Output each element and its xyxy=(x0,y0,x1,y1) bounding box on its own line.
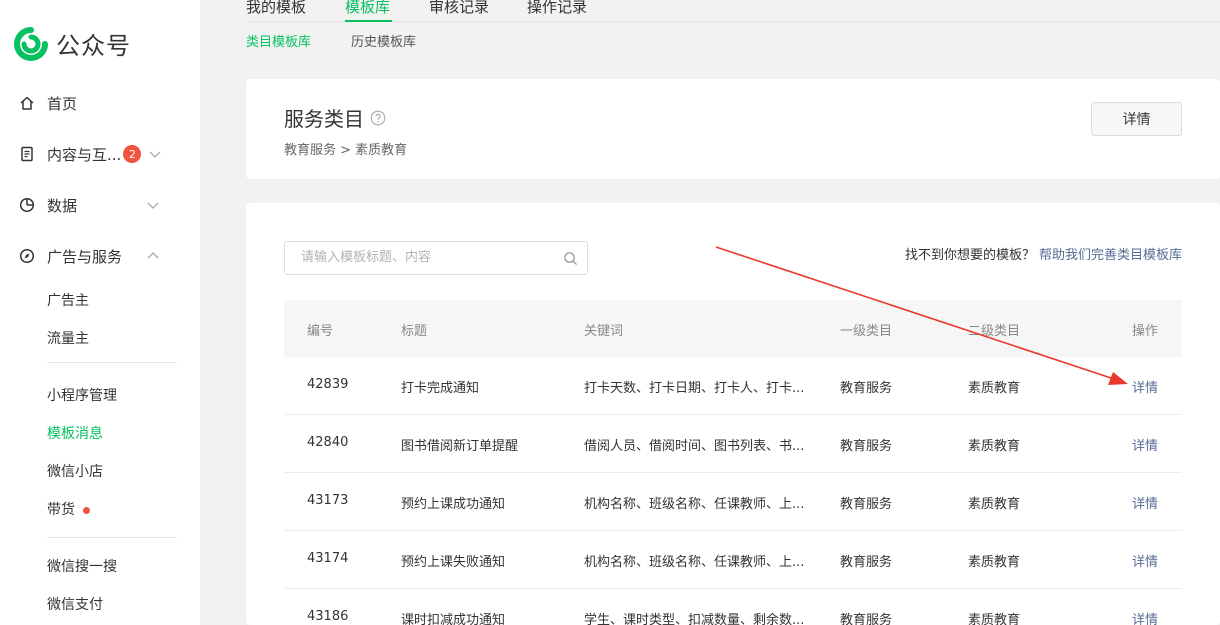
chevron-down-icon xyxy=(147,202,159,209)
cell-title: 图书借阅新订单提醒 xyxy=(401,439,519,454)
red-dot-indicator xyxy=(83,506,90,514)
nav-home[interactable]: 首页 xyxy=(18,91,168,115)
cell-keywords: 打卡天数、打卡日期、打卡人、打卡... xyxy=(584,381,805,396)
cell-level2: 素质教育 xyxy=(968,555,1021,570)
nav-advertiser[interactable]: 广告主 xyxy=(47,291,89,311)
wechat-official-logo-icon xyxy=(14,26,48,61)
nav-content-label: 内容与互... xyxy=(47,145,122,164)
tab-review-records[interactable]: 审核记录 xyxy=(429,0,489,17)
table-row: 42840 图书借阅新订单提醒 借阅人员、借阅时间、图书列表、书... 教育服务… xyxy=(284,415,1182,473)
cell-title: 打卡完成通知 xyxy=(401,381,480,396)
tab-my-templates[interactable]: 我的模板 xyxy=(246,0,306,17)
nav-template-message[interactable]: 模板消息 xyxy=(47,424,103,444)
service-category-title-text: 服务类目 xyxy=(284,107,364,131)
search-box xyxy=(284,241,588,275)
row-detail-link[interactable]: 详情 xyxy=(1132,435,1158,454)
cell-id: 43174 xyxy=(307,551,349,566)
nav-wechat-pay[interactable]: 微信支付 xyxy=(47,595,103,615)
nav-data[interactable]: 数据 xyxy=(18,193,168,217)
service-category-title: 服务类目 xyxy=(284,103,386,132)
nav-data-label: 数据 xyxy=(47,196,78,215)
cell-level1: 教育服务 xyxy=(840,613,893,625)
cell-id: 42840 xyxy=(307,435,349,450)
cell-level2: 素质教育 xyxy=(968,439,1021,454)
header-level1: 一级类目 xyxy=(840,324,893,339)
row-detail-link[interactable]: 详情 xyxy=(1132,551,1158,570)
row-detail-link[interactable]: 详情 xyxy=(1132,609,1158,625)
pie-chart-icon xyxy=(18,196,36,214)
cell-level1: 教育服务 xyxy=(840,381,893,396)
header-id: 编号 xyxy=(307,324,334,339)
nav-content[interactable]: 内容与互... 2 xyxy=(18,142,168,166)
cell-title: 课时扣减成功通知 xyxy=(401,613,506,625)
subtab-category-library[interactable]: 类目模板库 xyxy=(246,31,311,50)
cell-id: 42839 xyxy=(307,377,349,392)
template-table: 编号 标题 关键词 一级类目 二级类目 操作 42839 打卡完成通知 打卡天数… xyxy=(284,300,1182,625)
header-operation: 操作 xyxy=(1132,324,1159,339)
sidebar: 公众号 首页 内容与互... 2 数据 广告与服务 广告主 流量主 小程序管理 … xyxy=(0,0,200,625)
tab-operation-records[interactable]: 操作记录 xyxy=(527,0,587,17)
table-row: 43173 预约上课成功通知 机构名称、班级名称、任课教师、上... 教育服务 … xyxy=(284,473,1182,531)
cell-level1: 教育服务 xyxy=(840,497,893,512)
sidebar-divider xyxy=(47,537,177,538)
tab-bar: 我的模板 模板库 审核记录 操作记录 xyxy=(246,0,1220,22)
sidebar-divider xyxy=(47,362,177,363)
cell-level1: 教育服务 xyxy=(840,555,893,570)
category-breadcrumb: 教育服务 > 素质教育 xyxy=(284,143,408,158)
row-detail-link[interactable]: 详情 xyxy=(1132,493,1158,512)
nav-home-label: 首页 xyxy=(47,94,78,113)
table-row: 43174 预约上课失败通知 机构名称、班级名称、任课教师、上... 教育服务 … xyxy=(284,531,1182,589)
nav-miniprogram[interactable]: 小程序管理 xyxy=(47,386,117,406)
cell-title: 预约上课成功通知 xyxy=(401,497,506,512)
nav-sales-label: 带货 xyxy=(47,502,75,518)
help-prompt: 找不到你想要的模板？ xyxy=(904,248,1035,263)
cell-keywords: 机构名称、班级名称、任课教师、上... xyxy=(584,555,805,570)
cell-level2: 素质教育 xyxy=(968,381,1021,396)
subtab-history-library[interactable]: 历史模板库 xyxy=(351,31,416,50)
template-list-panel: 找不到你想要的模板？ 帮助我们完善类目模板库 编号 标题 关键词 一级类目 二级类… xyxy=(246,203,1220,625)
tab-template-library[interactable]: 模板库 xyxy=(345,0,390,17)
search-icon[interactable] xyxy=(563,251,578,266)
header-level2: 二级类目 xyxy=(968,324,1021,339)
chevron-up-icon xyxy=(147,252,159,259)
nav-publisher[interactable]: 流量主 xyxy=(47,329,89,349)
app-logo[interactable]: 公众号 xyxy=(14,26,131,61)
table-row: 43186 课时扣减成功通知 学生、课时类型、扣减数量、剩余数... 教育服务 … xyxy=(284,589,1182,625)
cell-keywords: 机构名称、班级名称、任课教师、上... xyxy=(584,497,805,512)
header-title: 标题 xyxy=(401,324,428,339)
nav-sales[interactable]: 带货 xyxy=(47,500,90,520)
nav-wechat-search[interactable]: 微信搜一搜 xyxy=(47,557,117,577)
compass-icon xyxy=(18,247,36,265)
chevron-down-icon xyxy=(149,151,161,158)
help-text: 找不到你想要的模板？ 帮助我们完善类目模板库 xyxy=(905,244,1182,263)
document-icon xyxy=(18,145,36,163)
cell-level1: 教育服务 xyxy=(840,439,893,454)
header-keywords: 关键词 xyxy=(584,324,624,339)
cell-id: 43186 xyxy=(307,609,349,624)
service-category-panel: 服务类目 教育服务 > 素质教育 详情 xyxy=(246,79,1220,179)
home-icon xyxy=(18,94,36,112)
cell-title: 预约上课失败通知 xyxy=(401,555,506,570)
nav-wechat-store[interactable]: 微信小店 xyxy=(47,462,103,482)
cell-level2: 素质教育 xyxy=(968,613,1021,625)
active-tab-underline xyxy=(345,20,392,22)
notification-badge: 2 xyxy=(123,145,142,163)
search-input[interactable] xyxy=(301,250,551,265)
help-question-icon[interactable] xyxy=(370,110,386,126)
app-name: 公众号 xyxy=(56,32,131,60)
help-improve-link[interactable]: 帮助我们完善类目模板库 xyxy=(1039,248,1182,263)
cell-keywords: 借阅人员、借阅时间、图书列表、书... xyxy=(584,439,805,454)
category-detail-button[interactable]: 详情 xyxy=(1091,102,1182,136)
cell-keywords: 学生、课时类型、扣减数量、剩余数... xyxy=(584,613,805,625)
nav-ads-services[interactable]: 广告与服务 xyxy=(18,244,168,268)
cell-level2: 素质教育 xyxy=(968,497,1021,512)
row-detail-link[interactable]: 详情 xyxy=(1132,377,1158,396)
table-row: 42839 打卡完成通知 打卡天数、打卡日期、打卡人、打卡... 教育服务 素质… xyxy=(284,357,1182,415)
nav-ads-services-label: 广告与服务 xyxy=(47,247,123,266)
table-header: 编号 标题 关键词 一级类目 二级类目 操作 xyxy=(284,300,1182,357)
cell-id: 43173 xyxy=(307,493,349,508)
